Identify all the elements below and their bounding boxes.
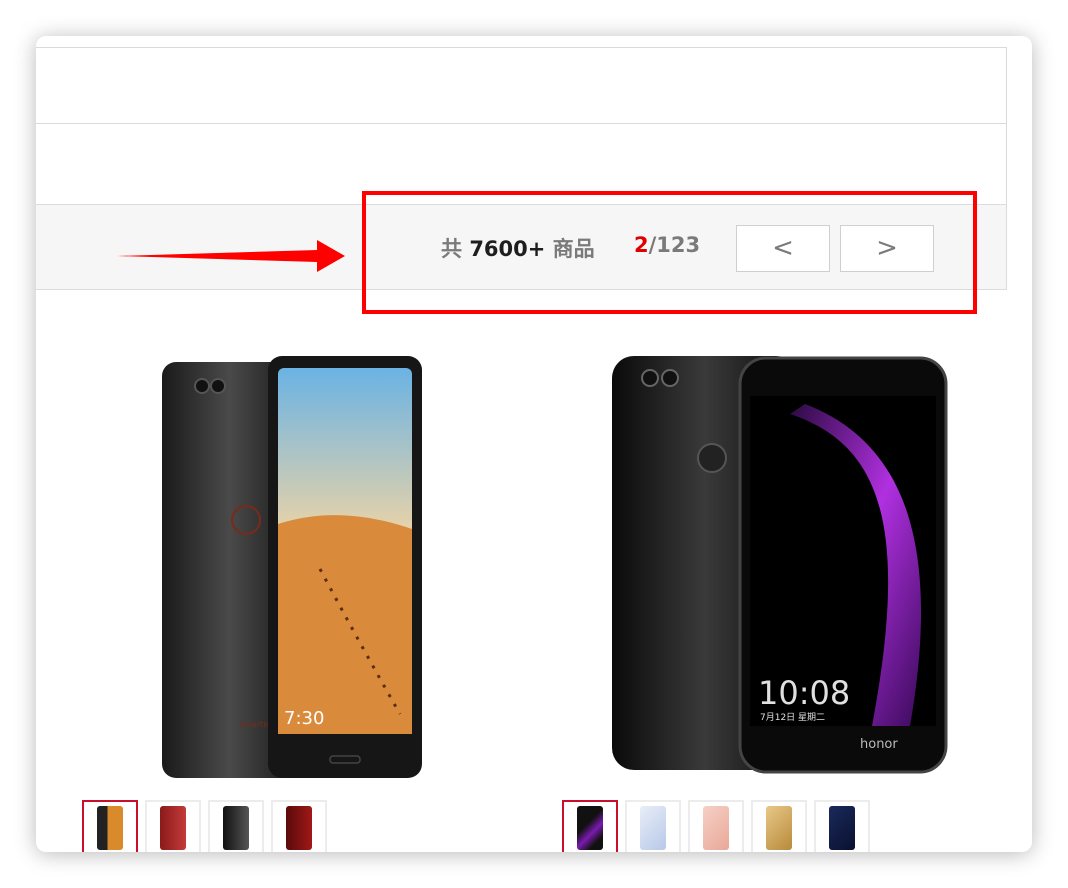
screen-clock: 10:08 <box>758 674 850 712</box>
color-thumbnail[interactable] <box>208 800 264 852</box>
thumbnail-swatch <box>703 806 729 850</box>
product-image[interactable]: smartisan 7:30 <box>160 354 425 782</box>
thumbnail-swatch <box>160 806 186 850</box>
thumbnail-swatch <box>640 806 666 850</box>
screen-clock: 7:30 <box>284 708 324 729</box>
color-thumbnail[interactable] <box>271 800 327 852</box>
color-thumbnails <box>82 800 327 852</box>
screen-date: 7月12日 星期二 <box>760 712 825 723</box>
phone-brand-logo: honor <box>860 737 898 752</box>
thumbnail-swatch <box>286 806 312 850</box>
color-thumbnail[interactable] <box>814 800 870 852</box>
color-thumbnail[interactable] <box>625 800 681 852</box>
annotation-highlight-box <box>362 191 977 314</box>
color-thumbnail[interactable] <box>82 800 138 852</box>
thumbnail-swatch <box>223 806 249 850</box>
product-card[interactable]: smartisan 7:30 <box>160 354 425 786</box>
thumbnail-swatch <box>97 806 123 850</box>
color-thumbnails <box>562 800 870 852</box>
color-thumbnail[interactable] <box>562 800 618 852</box>
product-card[interactable]: 10:08 7月12日 星期二 honor <box>610 354 950 778</box>
annotation-arrow-icon <box>117 240 345 272</box>
thumbnail-swatch <box>766 806 792 850</box>
thumbnail-swatch <box>829 806 855 850</box>
product-image[interactable]: 10:08 7月12日 星期二 honor <box>610 354 950 774</box>
color-thumbnail[interactable] <box>145 800 201 852</box>
product-list-panel: 共 7600+ 商品 2/123 < > smartisan 7:30 10:0… <box>36 36 1032 852</box>
color-thumbnail[interactable] <box>688 800 744 852</box>
filter-row <box>36 48 1006 124</box>
color-thumbnail[interactable] <box>751 800 807 852</box>
thumbnail-swatch <box>577 806 603 850</box>
